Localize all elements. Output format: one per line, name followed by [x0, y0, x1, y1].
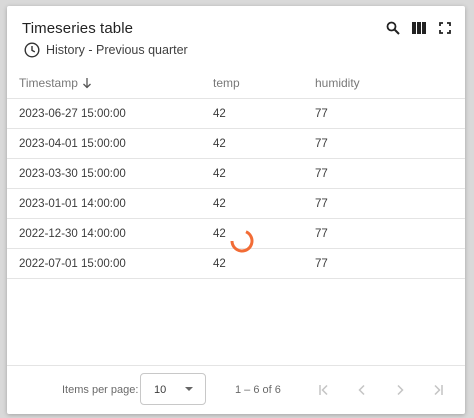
previous-page-icon[interactable] — [352, 380, 372, 400]
table-row[interactable]: 2023-06-27 15:00:00 42 77 — [7, 98, 465, 129]
loading-spinner — [230, 230, 254, 253]
column-header-humidity[interactable]: humidity — [315, 68, 465, 99]
widget-title: Timeseries table — [22, 20, 134, 37]
cell-temp: 42 — [213, 158, 315, 189]
cell-humidity: 77 — [315, 248, 465, 279]
columns-icon[interactable] — [411, 20, 427, 36]
table-row[interactable]: 2023-01-01 14:00:00 42 77 — [7, 188, 465, 219]
fullscreen-icon[interactable] — [437, 20, 453, 36]
last-page-icon[interactable] — [428, 380, 448, 400]
cell-timestamp: 2023-03-30 15:00:00 — [7, 158, 213, 189]
cell-humidity: 77 — [315, 218, 465, 249]
cell-humidity: 77 — [315, 188, 465, 219]
cell-humidity: 77 — [315, 98, 465, 129]
timeseries-widget: Timeseries table History - Previous quar… — [7, 6, 465, 414]
cell-temp: 42 — [213, 98, 315, 129]
table-header-row: Timestamp temp humidity — [7, 68, 465, 99]
sort-arrow-down-icon — [82, 78, 91, 89]
next-page-icon[interactable] — [390, 380, 410, 400]
clock-icon — [24, 42, 40, 58]
cell-temp: 42 — [213, 188, 315, 219]
cell-timestamp: 2022-07-01 15:00:00 — [7, 248, 213, 279]
timewindow-selector[interactable]: History - Previous quarter — [24, 42, 188, 58]
table-row[interactable]: 2023-04-01 15:00:00 42 77 — [7, 128, 465, 159]
first-page-icon[interactable] — [314, 380, 334, 400]
page-range-label: 1 – 6 of 6 — [235, 384, 281, 396]
cell-temp: 42 — [213, 128, 315, 159]
items-per-page-label: Items per page: — [62, 384, 139, 396]
cell-humidity: 77 — [315, 158, 465, 189]
column-header-timestamp[interactable]: Timestamp — [7, 68, 213, 99]
items-per-page-select[interactable]: 10 — [140, 373, 206, 405]
timewindow-label: History - Previous quarter — [46, 43, 188, 57]
search-icon[interactable] — [385, 20, 401, 36]
column-header-temp[interactable]: temp — [213, 68, 315, 99]
widget-toolbar — [385, 20, 453, 36]
cell-humidity: 77 — [315, 128, 465, 159]
chevron-down-icon — [185, 387, 193, 391]
items-per-page-value: 10 — [154, 384, 167, 396]
cell-timestamp: 2022-12-30 14:00:00 — [7, 218, 213, 249]
cell-timestamp: 2023-04-01 15:00:00 — [7, 128, 213, 159]
cell-timestamp: 2023-06-27 15:00:00 — [7, 98, 213, 129]
table-paginator: Items per page: 10 1 – 6 of 6 — [7, 365, 465, 414]
cell-timestamp: 2023-01-01 14:00:00 — [7, 188, 213, 219]
table-row[interactable]: 2023-03-30 15:00:00 42 77 — [7, 158, 465, 189]
